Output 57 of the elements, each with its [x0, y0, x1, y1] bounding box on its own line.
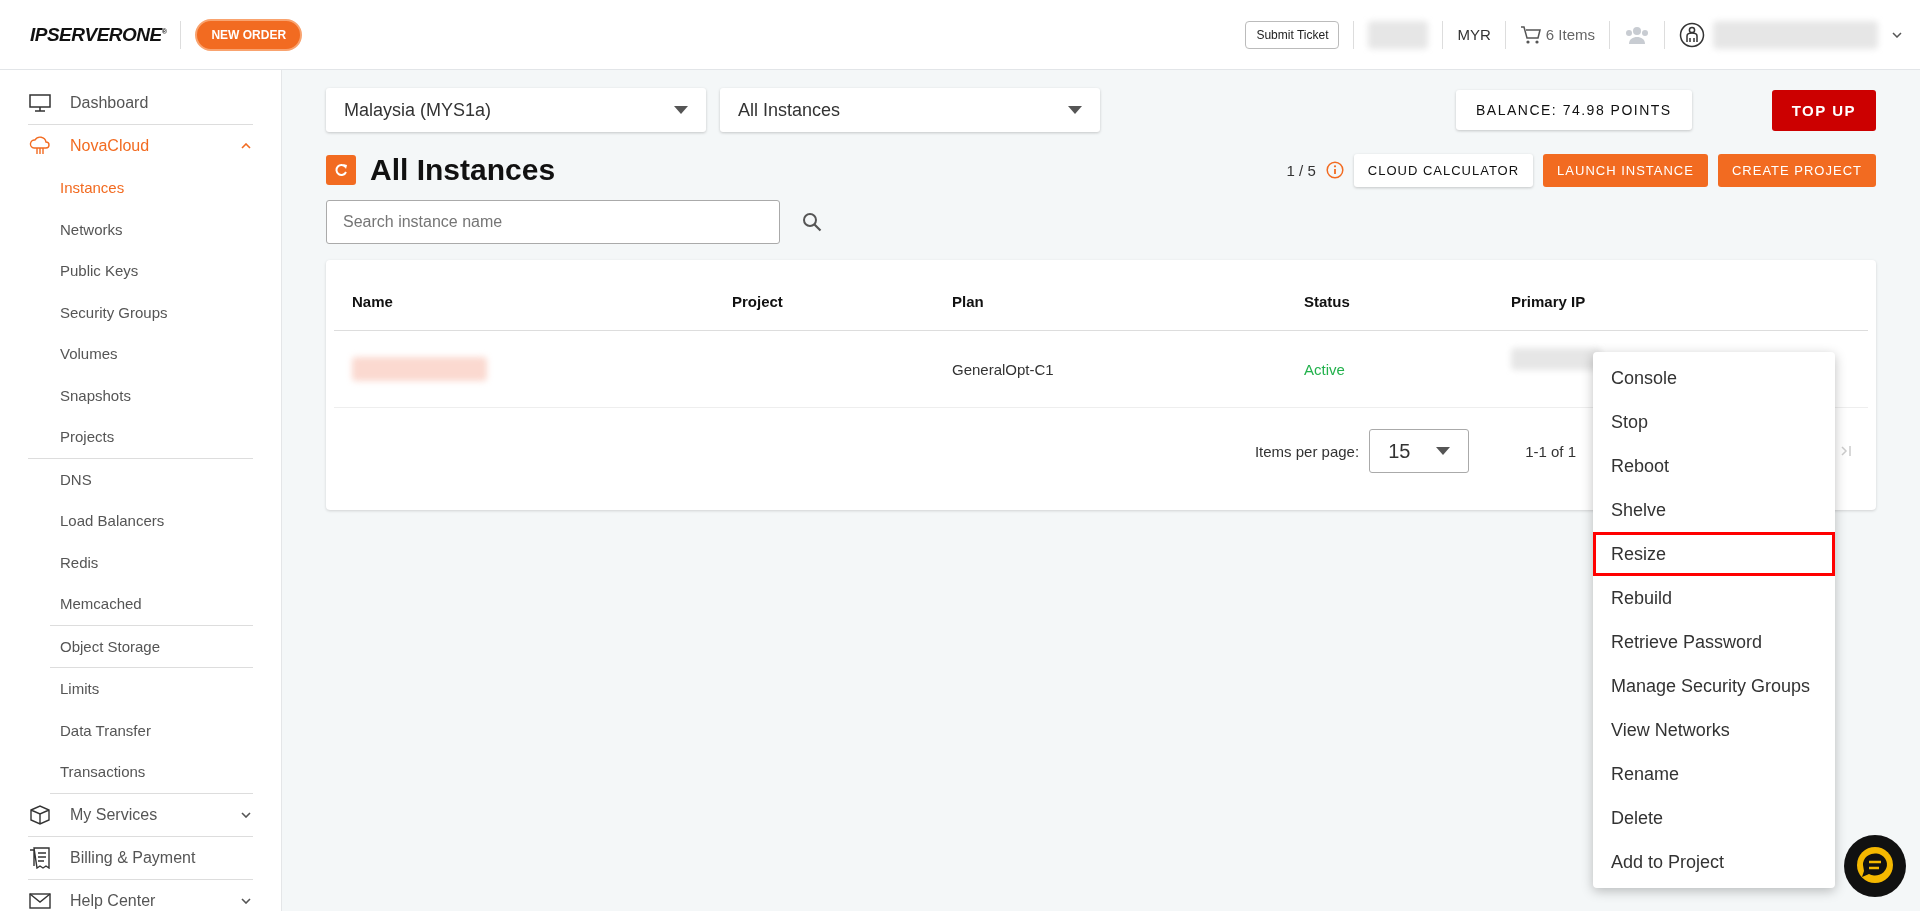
logo[interactable]: IPSERVERONE$^{®}$: [30, 23, 167, 46]
search-field[interactable]: Search instance name: [326, 200, 780, 244]
sidebar-subitem[interactable]: Limits: [50, 668, 253, 710]
balance-button[interactable]: BALANCE: 74.98 POINTS: [1456, 90, 1692, 130]
column-header: Plan: [952, 292, 985, 310]
page-title: All Instances: [370, 153, 556, 187]
sidebar-item[interactable]: Dashboard: [28, 82, 253, 125]
menu-item[interactable]: Delete: [1593, 796, 1835, 840]
cart-link[interactable]: 6 Items: [1545, 26, 1595, 43]
sidebar-subitem[interactable]: Object Storage: [50, 625, 253, 667]
sidebar-label: My Services: [70, 805, 159, 824]
sidebar-subitem[interactable]: Projects: [50, 416, 253, 458]
column-header: Name: [352, 292, 394, 310]
table-cell: GeneralOpt-C1: [952, 360, 1054, 378]
menu-item[interactable]: Retrieve Password: [1593, 620, 1835, 664]
sidebar-label: NovaCloud: [70, 137, 151, 155]
sidebar-subitem[interactable]: Networks: [50, 208, 253, 250]
menu-item[interactable]: Stop: [1593, 400, 1835, 444]
sidebar-label: Dashboard: [70, 94, 150, 112]
sidebar-item[interactable]: Billing & Payment: [28, 836, 253, 880]
column-header: Primary IP: [1511, 292, 1587, 310]
menu-item[interactable]: Shelve: [1593, 488, 1835, 532]
items-per-page-label: Items per page:: [1254, 442, 1360, 460]
sidebar-subitem[interactable]: Public Keys: [50, 250, 253, 292]
region-select[interactable]: Malaysia (MYS1a): [326, 88, 706, 132]
quota-count: 1 / 5: [1286, 161, 1316, 179]
sidebar-subitem[interactable]: Volumes: [50, 333, 253, 375]
menu-item[interactable]: Rebuild: [1593, 576, 1835, 620]
column-header: Project: [732, 292, 784, 310]
menu-item[interactable]: Console: [1593, 356, 1835, 400]
menu-item[interactable]: Add to Project: [1593, 840, 1835, 884]
sidebar-subitem[interactable]: Security Groups: [50, 291, 253, 333]
menu-item[interactable]: Resize: [1593, 532, 1835, 576]
sidebar-label: Billing & Payment: [70, 848, 197, 867]
top-up-button[interactable]: TOP UP: [1771, 89, 1876, 131]
submit-ticket-button[interactable]: Submit Ticket: [1245, 20, 1340, 49]
sidebar-subitem[interactable]: Data Transfer: [50, 709, 253, 751]
sidebar-label: Help Center: [70, 891, 157, 910]
currency-selector[interactable]: MYR: [1457, 26, 1491, 43]
menu-item[interactable]: Manage Security Groups: [1593, 664, 1835, 708]
menu-item[interactable]: Reboot: [1593, 444, 1835, 488]
sidebar-subitem[interactable]: Snapshots: [50, 374, 253, 416]
status-text: Active: [1304, 360, 1345, 378]
sidebar-item[interactable]: Help Center: [28, 879, 253, 911]
column-header: Status: [1304, 292, 1351, 310]
sidebar-subitem[interactable]: DNS: [50, 458, 253, 500]
sidebar-subitem[interactable]: Redis: [50, 541, 253, 583]
items-per-page-select[interactable]: 15: [1369, 429, 1470, 473]
page-range: 1-1 of 1: [1525, 442, 1576, 460]
sidebar-subitem[interactable]: Transactions: [50, 751, 253, 793]
sidebar-subitem[interactable]: Load Balancers: [50, 500, 253, 542]
sidebar-item[interactable]: My Services: [28, 793, 253, 837]
action-button[interactable]: CLOUD CALCULATOR: [1353, 153, 1534, 187]
menu-item[interactable]: Rename: [1593, 752, 1835, 796]
instance-filter-select[interactable]: All Instances: [720, 88, 1100, 132]
menu-item[interactable]: View Networks: [1593, 708, 1835, 752]
sidebar-subitem[interactable]: Memcached: [50, 583, 253, 625]
